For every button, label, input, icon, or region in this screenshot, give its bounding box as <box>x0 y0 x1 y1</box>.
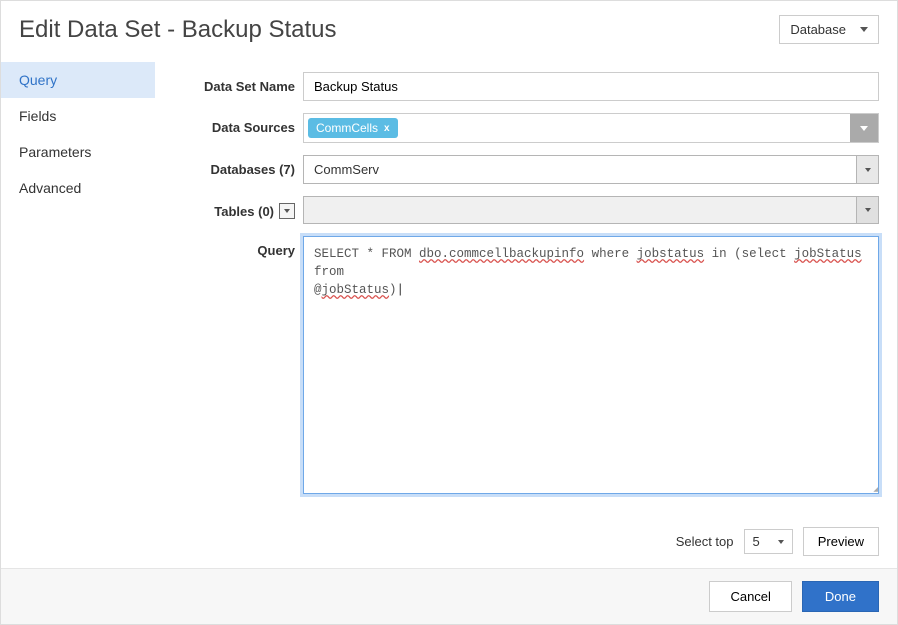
tables-reveal-button[interactable] <box>279 203 295 219</box>
row-data-sources: Data Sources CommCells x <box>173 113 879 143</box>
caret-down-icon <box>865 168 871 172</box>
dataset-type-label: Database <box>790 22 846 37</box>
preview-button[interactable]: Preview <box>803 527 879 556</box>
row-databases: Databases (7) CommServ <box>173 155 879 184</box>
caret-down-icon <box>865 208 871 212</box>
query-textarea[interactable]: SELECT * FROM dbo.commcellbackupinfo whe… <box>303 236 879 494</box>
dataset-name-input[interactable] <box>303 72 879 101</box>
tables-label-text: Tables (0) <box>214 204 274 219</box>
databases-dropdown-arrow[interactable] <box>856 156 878 183</box>
caret-down-icon <box>778 540 784 544</box>
data-sources-dropdown-button[interactable] <box>850 114 878 142</box>
tags-area: CommCells x <box>304 114 850 142</box>
dialog-title: Edit Data Set - Backup Status <box>19 16 337 44</box>
select-top-label: Select top <box>676 534 734 549</box>
edit-dataset-dialog: Edit Data Set - Backup Status Database Q… <box>0 0 898 625</box>
tab-fields[interactable]: Fields <box>1 98 155 134</box>
tag-remove-icon[interactable]: x <box>384 123 390 134</box>
row-tables: Tables (0) <box>173 196 879 224</box>
tab-query[interactable]: Query <box>1 62 155 98</box>
caret-down-icon <box>860 27 868 32</box>
databases-value: CommServ <box>304 156 856 183</box>
dataset-type-dropdown[interactable]: Database <box>779 15 879 44</box>
label-data-sources: Data Sources <box>173 113 295 135</box>
preview-bar: Select top 5 Preview <box>1 517 897 568</box>
select-top-dropdown[interactable]: 5 <box>744 529 793 554</box>
label-query: Query <box>173 236 295 258</box>
label-dataset-name: Data Set Name <box>173 72 295 94</box>
sidebar: Query Fields Parameters Advanced <box>1 58 155 517</box>
row-dataset-name: Data Set Name <box>173 72 879 101</box>
tables-dropdown-arrow[interactable] <box>856 197 878 223</box>
tab-parameters[interactable]: Parameters <box>1 134 155 170</box>
tables-select[interactable] <box>303 196 879 224</box>
select-top-value: 5 <box>753 534 760 549</box>
row-query: Query SELECT * FROM dbo.commcellbackupin… <box>173 236 879 503</box>
dialog-body: Query Fields Parameters Advanced Data Se… <box>1 58 897 517</box>
content-pane: Data Set Name Data Sources CommCells x <box>155 58 897 517</box>
databases-select[interactable]: CommServ <box>303 155 879 184</box>
tag-label: CommCells <box>316 121 378 135</box>
data-sources-multiselect[interactable]: CommCells x <box>303 113 879 143</box>
tag-commcells: CommCells x <box>308 118 398 138</box>
caret-down-icon <box>860 126 868 131</box>
label-databases: Databases (7) <box>173 155 295 177</box>
tables-value <box>304 197 856 223</box>
done-button[interactable]: Done <box>802 581 879 612</box>
cancel-button[interactable]: Cancel <box>709 581 791 612</box>
label-tables: Tables (0) <box>173 196 295 219</box>
caret-down-icon <box>284 209 290 213</box>
dialog-footer: Cancel Done <box>1 568 897 624</box>
dialog-header: Edit Data Set - Backup Status Database <box>1 1 897 58</box>
tab-advanced[interactable]: Advanced <box>1 170 155 206</box>
